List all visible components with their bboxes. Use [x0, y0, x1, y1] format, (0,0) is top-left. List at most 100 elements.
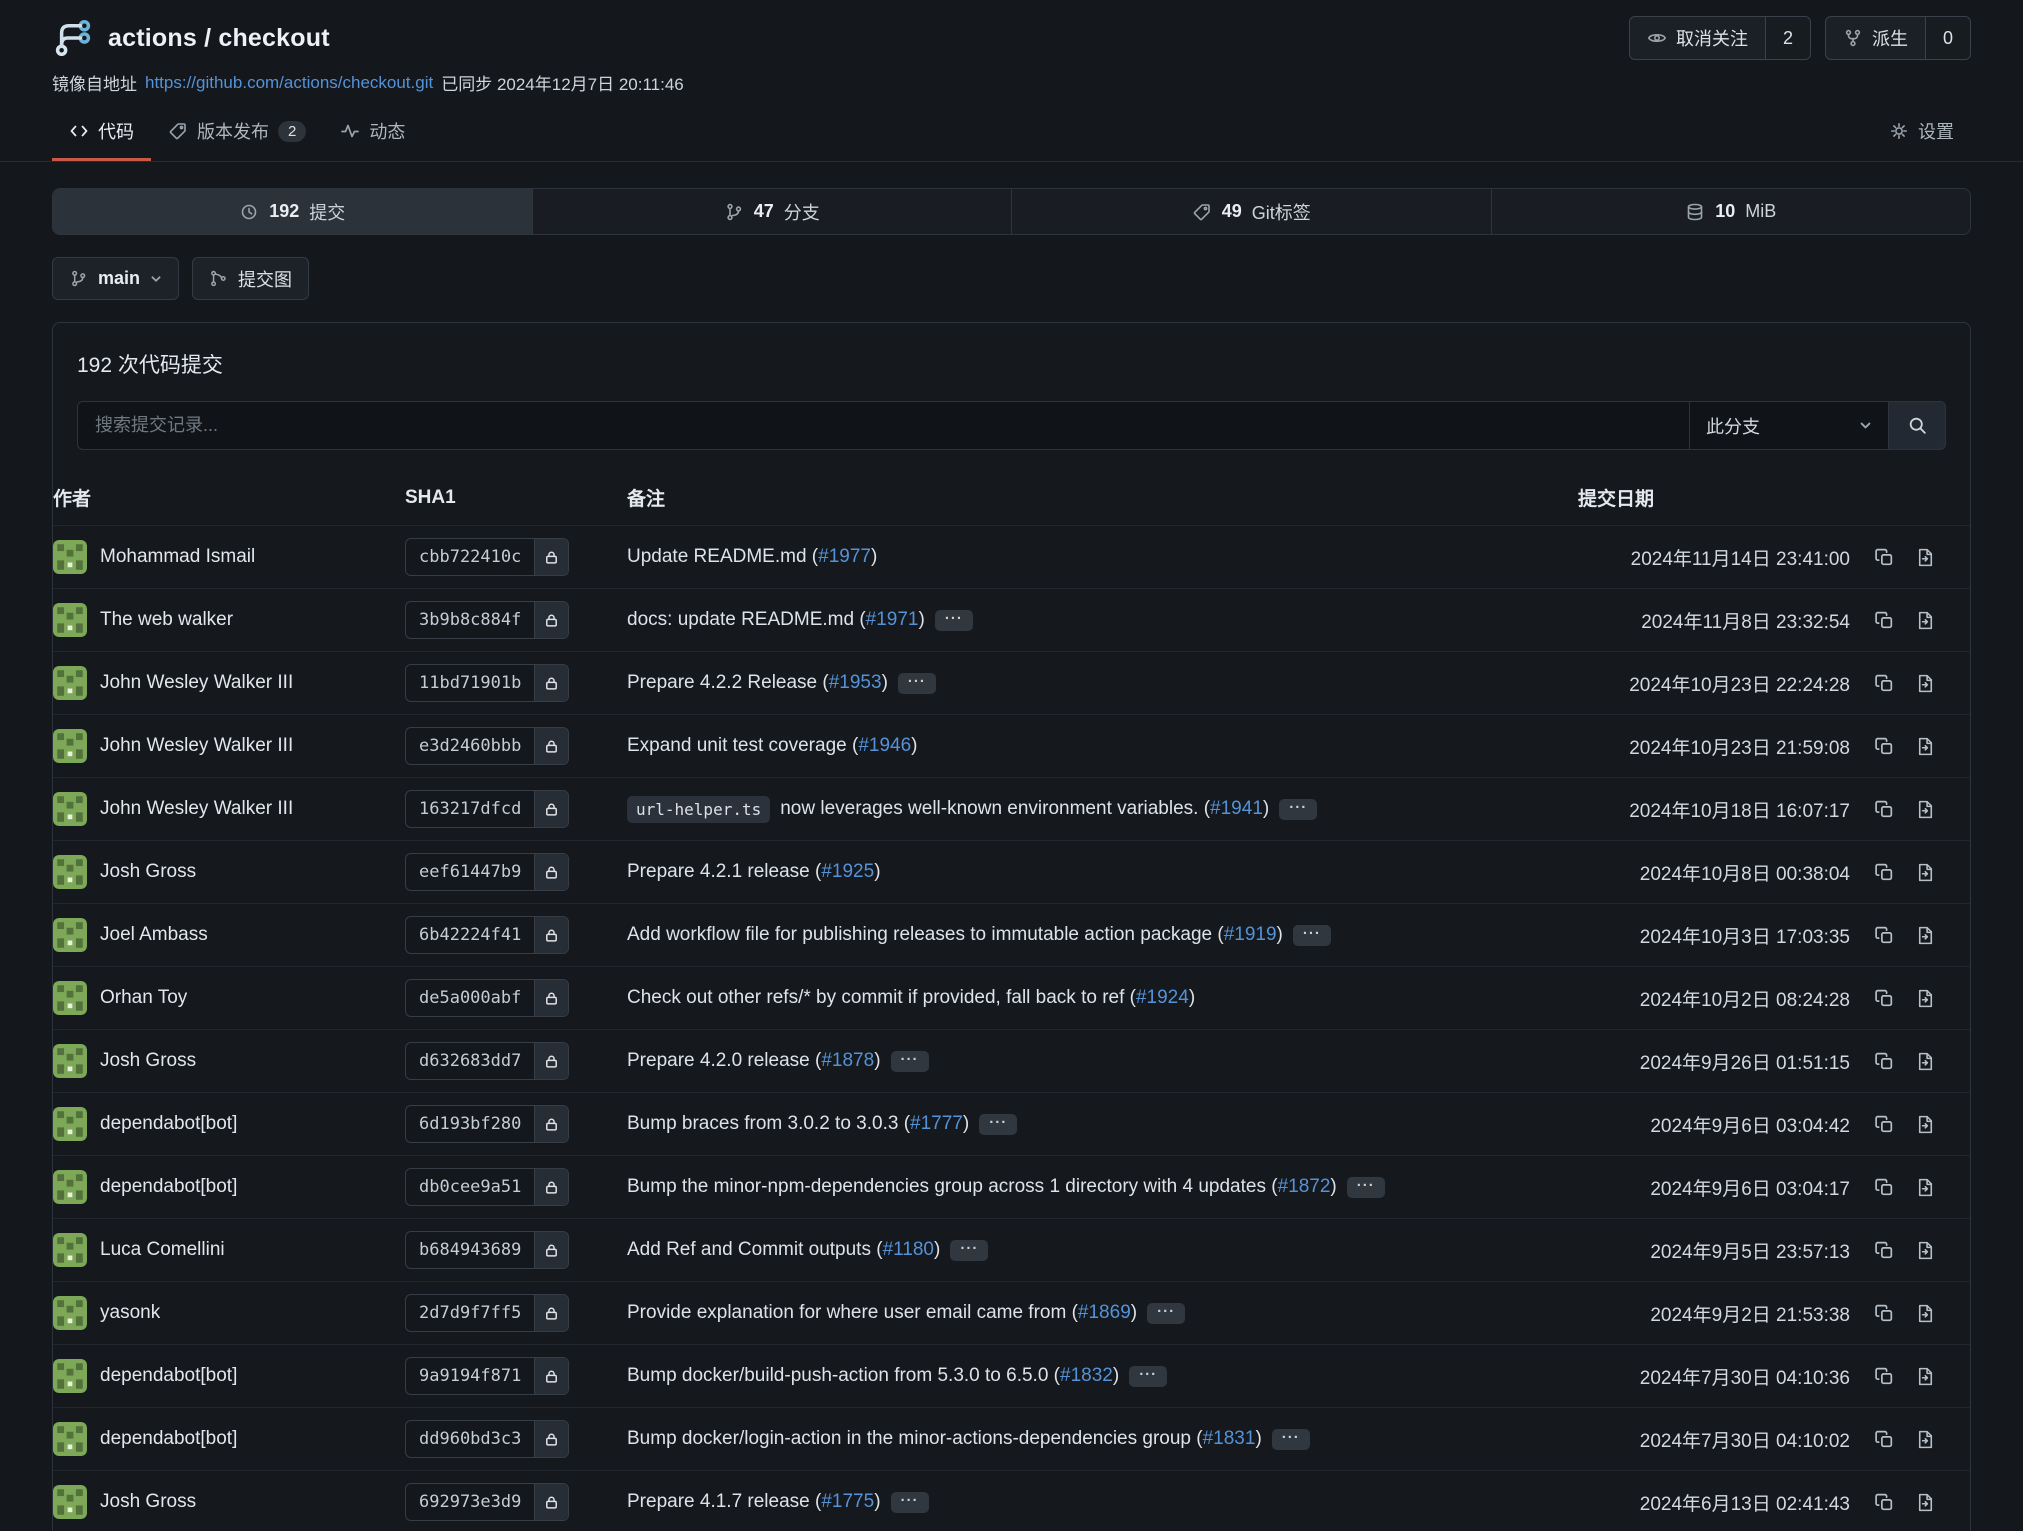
- commit-graph-button[interactable]: 提交图: [192, 257, 309, 300]
- search-input[interactable]: [77, 401, 1689, 450]
- avatar[interactable]: [53, 1044, 87, 1078]
- commit-author-name[interactable]: yasonk: [100, 1302, 160, 1324]
- commit-author-name[interactable]: The web walker: [100, 609, 233, 631]
- commit-issue-link[interactable]: #1832: [1060, 1365, 1113, 1386]
- copy-sha-icon[interactable]: [1874, 1429, 1895, 1450]
- browse-source-icon[interactable]: [1915, 610, 1936, 631]
- avatar[interactable]: [53, 855, 87, 889]
- commit-author-name[interactable]: dependabot[bot]: [100, 1365, 237, 1387]
- browse-source-icon[interactable]: [1915, 1240, 1936, 1261]
- browse-source-icon[interactable]: [1915, 1429, 1936, 1450]
- watchers-count[interactable]: 2: [1765, 17, 1810, 59]
- commit-sha-button[interactable]: 163217dfcd: [405, 790, 569, 828]
- browse-source-icon[interactable]: [1915, 547, 1936, 568]
- commit-author-name[interactable]: Josh Gross: [100, 1491, 196, 1513]
- commit-author-name[interactable]: Orhan Toy: [100, 987, 187, 1009]
- commit-sha-button[interactable]: de5a000abf: [405, 979, 569, 1017]
- commit-author-name[interactable]: John Wesley Walker III: [100, 735, 293, 757]
- avatar[interactable]: [53, 729, 87, 763]
- commit-issue-link[interactable]: #1831: [1203, 1428, 1256, 1449]
- commit-author-name[interactable]: dependabot[bot]: [100, 1176, 237, 1198]
- commit-sha-button[interactable]: 9a9194f871: [405, 1357, 569, 1395]
- commit-more-button[interactable]: ···: [950, 1240, 988, 1261]
- search-button[interactable]: [1889, 401, 1946, 450]
- commit-more-button[interactable]: ···: [979, 1114, 1017, 1135]
- avatar[interactable]: [53, 918, 87, 952]
- commit-sha-button[interactable]: cbb722410c: [405, 538, 569, 576]
- copy-sha-icon[interactable]: [1874, 1240, 1895, 1261]
- commit-more-button[interactable]: ···: [891, 1051, 929, 1072]
- copy-sha-icon[interactable]: [1874, 799, 1895, 820]
- avatar[interactable]: [53, 1170, 87, 1204]
- commit-issue-link[interactable]: #1872: [1278, 1176, 1331, 1197]
- commit-more-button[interactable]: ···: [1347, 1177, 1385, 1198]
- copy-sha-icon[interactable]: [1874, 610, 1895, 631]
- stat-commits[interactable]: 192 提交: [53, 189, 532, 234]
- copy-sha-icon[interactable]: [1874, 925, 1895, 946]
- copy-sha-icon[interactable]: [1874, 1492, 1895, 1513]
- unwatch-button[interactable]: 取消关注 2: [1629, 16, 1811, 60]
- avatar[interactable]: [53, 666, 87, 700]
- stat-size[interactable]: 10 MiB: [1491, 189, 1971, 234]
- browse-source-icon[interactable]: [1915, 673, 1936, 694]
- tab-code[interactable]: 代码: [52, 103, 151, 161]
- mirror-url-link[interactable]: https://github.com/actions/checkout.git: [145, 73, 433, 93]
- browse-source-icon[interactable]: [1915, 925, 1936, 946]
- browse-source-icon[interactable]: [1915, 1492, 1936, 1513]
- tab-releases[interactable]: 版本发布 2: [151, 103, 323, 161]
- forks-count[interactable]: 0: [1925, 17, 1970, 59]
- commit-issue-link[interactable]: #1924: [1136, 987, 1189, 1008]
- avatar[interactable]: [53, 1485, 87, 1519]
- avatar[interactable]: [53, 1296, 87, 1330]
- copy-sha-icon[interactable]: [1874, 547, 1895, 568]
- commit-more-button[interactable]: ···: [935, 610, 973, 631]
- commit-issue-link[interactable]: #1775: [821, 1491, 874, 1512]
- commit-author-name[interactable]: Mohammad Ismail: [100, 546, 255, 568]
- commit-author-name[interactable]: dependabot[bot]: [100, 1113, 237, 1135]
- commit-sha-button[interactable]: 3b9b8c884f: [405, 601, 569, 639]
- commit-issue-link[interactable]: #1919: [1224, 924, 1277, 945]
- commit-author-name[interactable]: Josh Gross: [100, 1050, 196, 1072]
- commit-sha-button[interactable]: eef61447b9: [405, 853, 569, 891]
- commit-sha-button[interactable]: 11bd71901b: [405, 664, 569, 702]
- browse-source-icon[interactable]: [1915, 1177, 1936, 1198]
- browse-source-icon[interactable]: [1915, 1366, 1936, 1387]
- browse-source-icon[interactable]: [1915, 1303, 1936, 1324]
- browse-source-icon[interactable]: [1915, 799, 1936, 820]
- commit-issue-link[interactable]: #1878: [821, 1050, 874, 1071]
- commit-more-button[interactable]: ···: [1129, 1366, 1167, 1387]
- avatar[interactable]: [53, 1359, 87, 1393]
- branch-scope-dropdown[interactable]: 此分支: [1689, 401, 1889, 450]
- browse-source-icon[interactable]: [1915, 736, 1936, 757]
- commit-author-name[interactable]: John Wesley Walker III: [100, 798, 293, 820]
- commit-sha-button[interactable]: 692973e3d9: [405, 1483, 569, 1521]
- copy-sha-icon[interactable]: [1874, 1303, 1895, 1324]
- commit-issue-link[interactable]: #1941: [1210, 798, 1263, 819]
- commit-issue-link[interactable]: #1869: [1078, 1302, 1131, 1323]
- copy-sha-icon[interactable]: [1874, 862, 1895, 883]
- commit-more-button[interactable]: ···: [1272, 1429, 1310, 1450]
- copy-sha-icon[interactable]: [1874, 736, 1895, 757]
- copy-sha-icon[interactable]: [1874, 1051, 1895, 1072]
- commit-sha-button[interactable]: 6d193bf280: [405, 1105, 569, 1143]
- commit-issue-link[interactable]: #1180: [883, 1239, 934, 1260]
- commit-more-button[interactable]: ···: [891, 1492, 929, 1513]
- avatar[interactable]: [53, 1233, 87, 1267]
- commit-sha-button[interactable]: b684943689: [405, 1231, 569, 1269]
- commit-issue-link[interactable]: #1953: [829, 672, 882, 693]
- commit-sha-button[interactable]: 2d7d9f7ff5: [405, 1294, 569, 1332]
- commit-author-name[interactable]: Luca Comellini: [100, 1239, 225, 1261]
- commit-author-name[interactable]: dependabot[bot]: [100, 1428, 237, 1450]
- commit-more-button[interactable]: ···: [898, 673, 936, 694]
- commit-sha-button[interactable]: e3d2460bbb: [405, 727, 569, 765]
- avatar[interactable]: [53, 603, 87, 637]
- commit-author-name[interactable]: Josh Gross: [100, 861, 196, 883]
- commit-more-button[interactable]: ···: [1279, 799, 1317, 820]
- stat-branches[interactable]: 47 分支: [532, 189, 1012, 234]
- copy-sha-icon[interactable]: [1874, 673, 1895, 694]
- commit-issue-link[interactable]: #1971: [866, 609, 919, 630]
- branch-selector[interactable]: main: [52, 257, 179, 300]
- commit-more-button[interactable]: ···: [1293, 925, 1331, 946]
- avatar[interactable]: [53, 981, 87, 1015]
- browse-source-icon[interactable]: [1915, 988, 1936, 1009]
